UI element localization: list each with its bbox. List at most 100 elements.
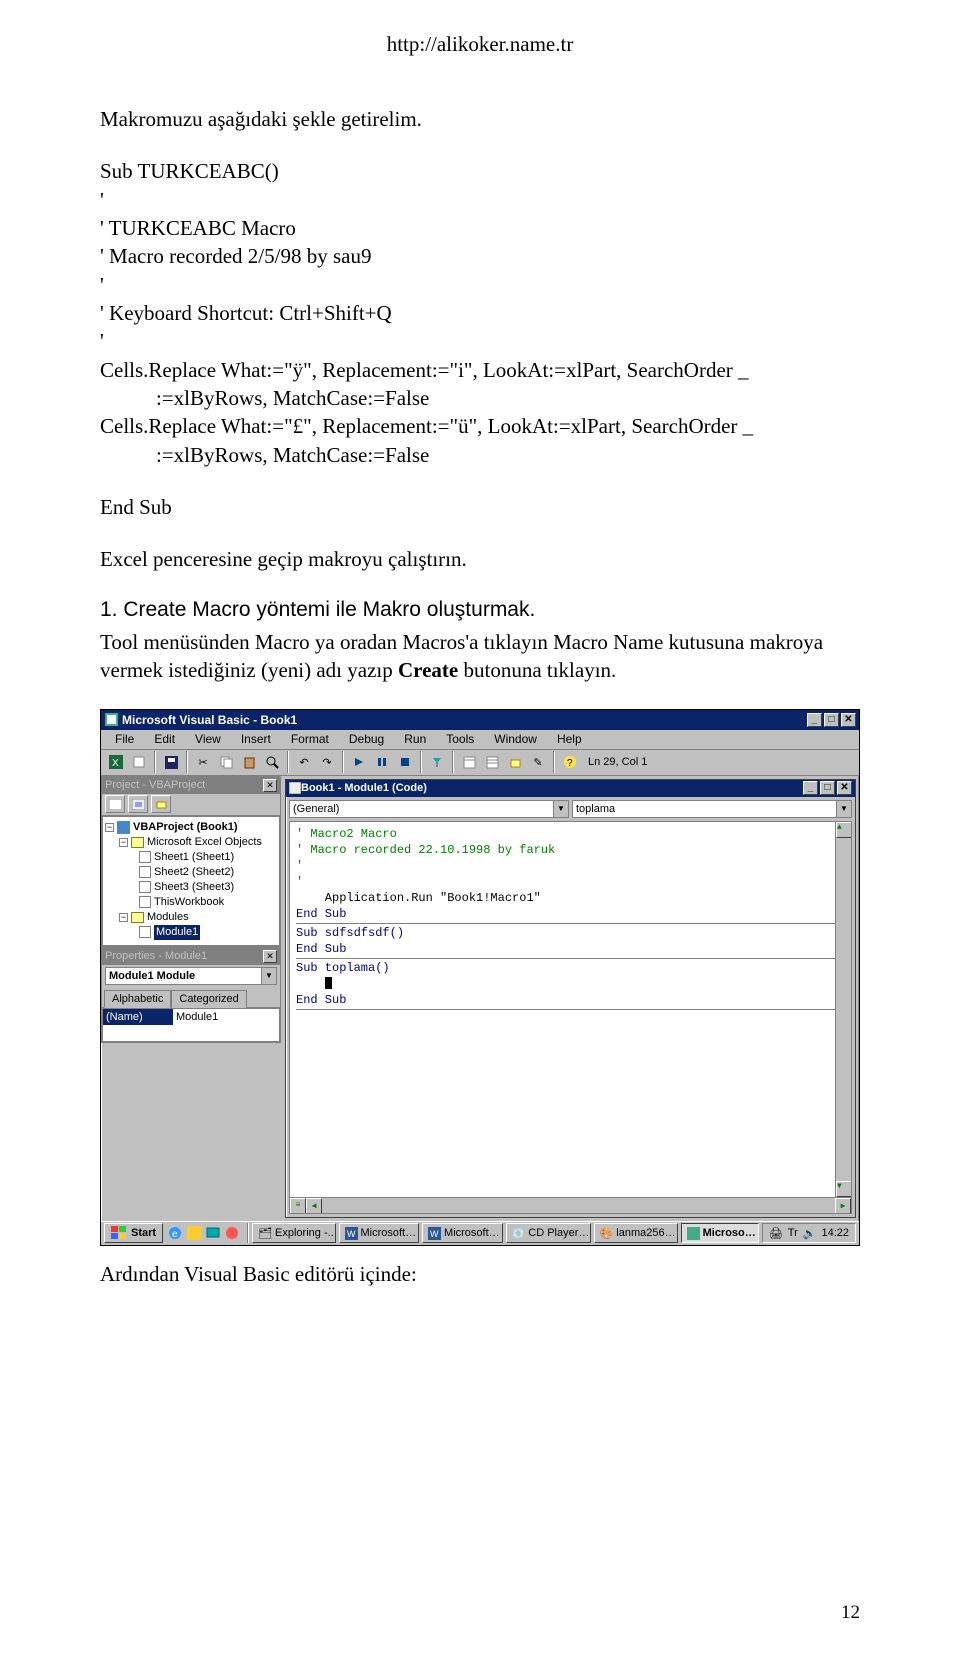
word-icon: W: [345, 1226, 358, 1240]
tool-help[interactable]: ?: [559, 751, 581, 773]
menu-help[interactable]: Help: [549, 730, 590, 748]
tool-find[interactable]: [261, 751, 283, 773]
tool-undo[interactable]: ↶: [293, 751, 315, 773]
scroll-left-icon[interactable]: ◀: [306, 1198, 322, 1214]
tool-properties[interactable]: [481, 751, 503, 773]
properties-object-combo[interactable]: Module1 Module ▼: [105, 967, 277, 985]
project-tree[interactable]: −VBAProject (Book1) −Microsoft Excel Obj…: [102, 816, 280, 946]
object-combo-text: (General): [293, 803, 339, 815]
tool-copy[interactable]: [215, 751, 237, 773]
tool-paste[interactable]: [238, 751, 260, 773]
project-icon: [117, 821, 130, 834]
toggle-folders-button[interactable]: [151, 795, 171, 813]
view-full-icon[interactable]: ≡: [290, 1198, 306, 1214]
tool-toolbox[interactable]: ✎: [527, 751, 549, 773]
paint-icon: 🎨: [600, 1226, 614, 1240]
scroll-right-icon[interactable]: ▶: [835, 1198, 851, 1214]
code-maximize-button[interactable]: □: [820, 781, 835, 795]
windows-logo-icon: [111, 1226, 127, 1240]
code-line: ' TURKCEABC Macro: [100, 214, 860, 242]
prop-name-value[interactable]: Module1: [173, 1009, 279, 1025]
menu-debug[interactable]: Debug: [341, 730, 392, 748]
sheet-icon: [139, 881, 151, 893]
procedure-combo[interactable]: toplama ▼: [572, 800, 852, 818]
menu-tools[interactable]: Tools: [438, 730, 482, 748]
svg-text:?: ?: [567, 758, 573, 769]
taskbar-cdplayer[interactable]: 💿CD Player…: [506, 1223, 591, 1243]
tab-alphabetic[interactable]: Alphabetic: [104, 990, 171, 1008]
tree-sheet1[interactable]: Sheet1 (Sheet1): [154, 850, 234, 865]
quick-channels-icon[interactable]: [223, 1224, 241, 1242]
view-code-button[interactable]: [105, 795, 125, 813]
taskbar-word1[interactable]: WMicrosoft…: [339, 1223, 420, 1243]
start-button[interactable]: Start: [104, 1223, 163, 1243]
menu-view[interactable]: View: [187, 730, 229, 748]
line-col-indicator: Ln 29, Col 1: [588, 756, 647, 768]
tool-stop[interactable]: [394, 751, 416, 773]
tray-lang[interactable]: Tr: [788, 1227, 798, 1239]
object-combo[interactable]: (General) ▼: [289, 800, 569, 818]
tool-run[interactable]: [348, 751, 370, 773]
tree-sheet3[interactable]: Sheet3 (Sheet3): [154, 880, 234, 895]
vb-icon: [687, 1226, 700, 1240]
taskbar-vb-active[interactable]: Microso…: [681, 1223, 759, 1243]
menu-format[interactable]: Format: [283, 730, 337, 748]
properties-grid[interactable]: (Name) Module1: [102, 1008, 280, 1042]
chevron-down-icon[interactable]: ▼: [261, 968, 276, 984]
tool-design[interactable]: [426, 751, 448, 773]
tree-module1[interactable]: Module1: [154, 925, 200, 940]
code-line: ' Keyboard Shortcut: Ctrl+Shift+Q: [100, 299, 860, 327]
code-editor[interactable]: ' Macro2 Macro ' Macro recorded 22.10.19…: [289, 821, 852, 1214]
tool-view-excel[interactable]: X: [105, 751, 127, 773]
folder-icon: [131, 912, 144, 923]
tree-excel-objects[interactable]: Microsoft Excel Objects: [147, 835, 262, 850]
quick-desktop-icon[interactable]: [204, 1224, 222, 1242]
tray-volume-icon[interactable]: 🔊: [803, 1227, 817, 1240]
tool-cut[interactable]: ✂: [192, 751, 214, 773]
view-object-button[interactable]: [128, 795, 148, 813]
tool-save[interactable]: [160, 751, 182, 773]
code-line: :=xlByRows, MatchCase:=False: [100, 441, 860, 469]
tool-redo[interactable]: ↷: [316, 751, 338, 773]
tree-thisworkbook[interactable]: ThisWorkbook: [154, 895, 224, 910]
create-instruction: Tool menüsünden Macro ya oradan Macros'a…: [100, 628, 860, 685]
maximize-button[interactable]: □: [824, 713, 839, 727]
scroll-down-icon[interactable]: ▼: [836, 1181, 852, 1197]
chevron-down-icon[interactable]: ▼: [553, 801, 568, 817]
code-minimize-button[interactable]: _: [803, 781, 818, 795]
horizontal-scrollbar[interactable]: ≡ ◀ ▶: [290, 1197, 851, 1213]
tool-insert[interactable]: [128, 751, 150, 773]
tool-project-explorer[interactable]: [458, 751, 480, 773]
quick-ie-icon[interactable]: e: [166, 1224, 184, 1242]
menu-run[interactable]: Run: [396, 730, 434, 748]
menu-file[interactable]: File: [107, 730, 142, 748]
code-window-titlebar: Book1 - Module1 (Code) _ □ ✕: [286, 780, 855, 797]
taskbar: Start e 🗂Exploring -.. WMicrosoft… WMicr…: [101, 1221, 859, 1245]
tool-pause[interactable]: [371, 751, 393, 773]
quick-outlook-icon[interactable]: [185, 1224, 203, 1242]
taskbar-paint[interactable]: 🎨lanma256…: [594, 1223, 678, 1243]
minimize-button[interactable]: _: [807, 713, 822, 727]
project-panel-title-text: Project - VBAProject: [105, 779, 205, 791]
tray-printer-icon[interactable]: 🖨: [769, 1227, 783, 1240]
properties-panel-close[interactable]: ✕: [263, 950, 277, 963]
tool-object-browser[interactable]: [504, 751, 526, 773]
end-sub-line: End Sub: [100, 493, 860, 521]
chevron-down-icon[interactable]: ▼: [836, 801, 851, 817]
tree-sheet2[interactable]: Sheet2 (Sheet2): [154, 865, 234, 880]
tree-root[interactable]: VBAProject (Book1): [133, 820, 238, 835]
menu-insert[interactable]: Insert: [233, 730, 279, 748]
vertical-scrollbar[interactable]: ▲ ▼: [835, 822, 851, 1197]
code-close-button[interactable]: ✕: [837, 781, 852, 795]
project-panel-close[interactable]: ✕: [263, 779, 277, 792]
tab-categorized[interactable]: Categorized: [171, 990, 246, 1008]
tree-modules[interactable]: Modules: [147, 910, 189, 925]
taskbar-exploring[interactable]: 🗂Exploring -..: [252, 1223, 335, 1243]
scroll-up-icon[interactable]: ▲: [836, 822, 852, 838]
menu-window[interactable]: Window: [486, 730, 545, 748]
svg-text:W: W: [347, 1229, 356, 1239]
menu-edit[interactable]: Edit: [146, 730, 183, 748]
prop-name-key: (Name): [103, 1009, 173, 1025]
taskbar-word2[interactable]: WMicrosoft…: [422, 1223, 503, 1243]
close-button[interactable]: ✕: [841, 713, 856, 727]
